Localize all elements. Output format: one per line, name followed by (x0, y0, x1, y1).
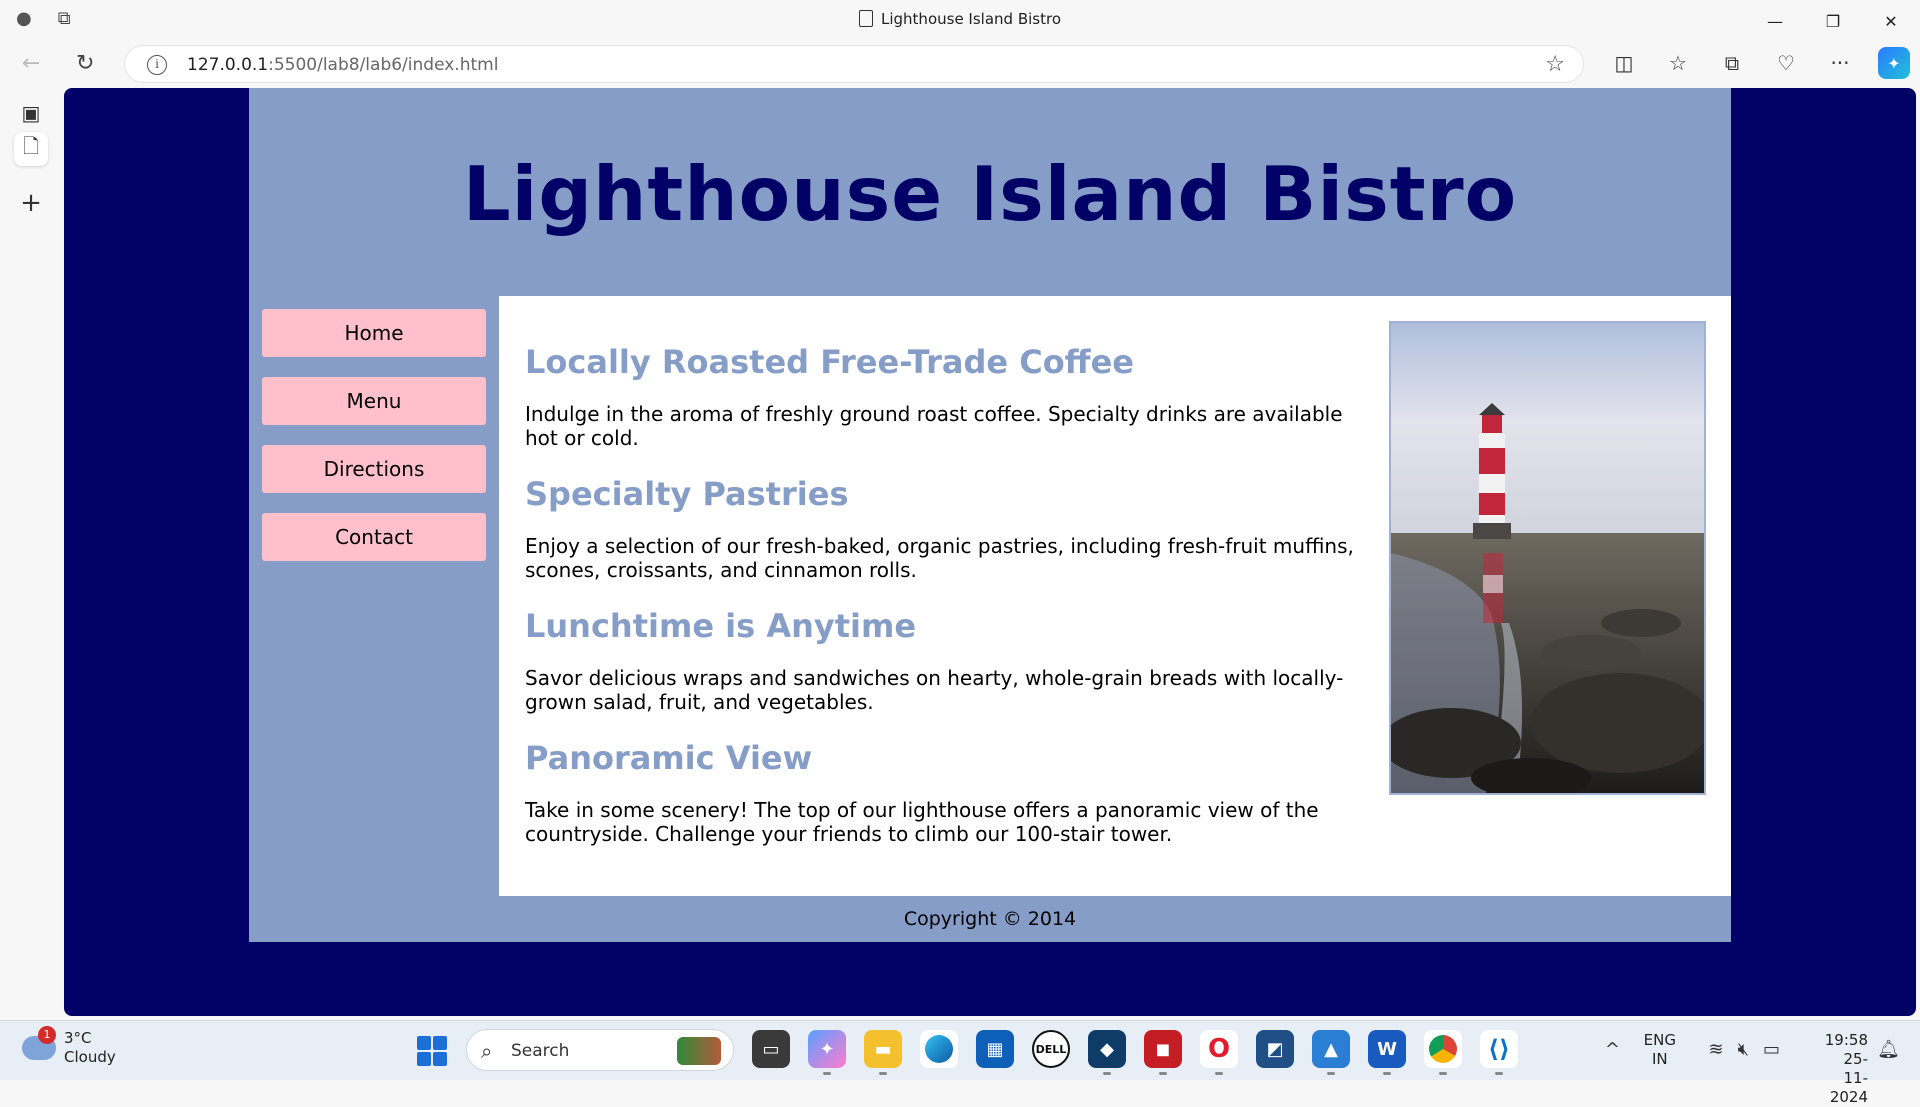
wifi-icon[interactable]: ≋ (1709, 1039, 1724, 1060)
search-highlight-icon (677, 1037, 721, 1065)
vertical-tabs-sidebar: ▣ 🗋 + (0, 86, 64, 1020)
edge-browser-icon[interactable] (920, 1030, 958, 1068)
site-title: Lighthouse Island Bistro (462, 150, 1518, 238)
url-text[interactable]: 127.0.0.1:5500/lab8/lab6/index.html (187, 55, 498, 75)
tab-actions-icon[interactable]: ▣ (14, 96, 48, 130)
file-explorer-icon[interactable]: ▬ (864, 1030, 902, 1075)
section-text: Indulge in the aroma of freshly ground r… (525, 402, 1343, 450)
site-info-icon[interactable]: i (147, 55, 167, 75)
split-screen-icon[interactable]: ◫ (1608, 47, 1640, 79)
start-button[interactable] (417, 1036, 447, 1066)
opera-icon[interactable]: O (1200, 1030, 1238, 1075)
taskbar-search[interactable]: ⌕ Search (466, 1029, 734, 1071)
collections-icon[interactable]: ⧉ (1716, 47, 1748, 79)
browser-title-bar: ● ⧉ Lighthouse Island Bistro — ❐ ✕ (0, 0, 1920, 42)
search-label: Search (511, 1041, 570, 1061)
favorites-icon[interactable]: ☆ (1662, 47, 1694, 79)
site-wrapper: Lighthouse Island Bistro Home Menu Direc… (249, 88, 1731, 942)
browser-essentials-icon[interactable]: ♡ (1770, 47, 1802, 79)
store-icon[interactable]: ▦ (976, 1030, 1014, 1068)
active-tab-icon[interactable]: 🗋 (14, 132, 48, 166)
section-text: Savor delicious wraps and sandwiches on … (525, 666, 1344, 714)
nav-directions[interactable]: Directions (262, 445, 486, 493)
window-title: Lighthouse Island Bistro (0, 10, 1920, 28)
content-sections: Locally Roasted Free-Trade Coffee Indulg… (525, 344, 1375, 872)
section-heading: Specialty Pastries (525, 475, 849, 513)
battery-icon[interactable]: ▭ (1763, 1039, 1780, 1060)
search-icon: ⌕ (481, 1039, 493, 1063)
url-field[interactable]: i 127.0.0.1:5500/lab8/lab6/index.html ☆ (124, 45, 1584, 83)
clock[interactable]: 19:58 25-11-2024 (1825, 1031, 1868, 1107)
back-icon[interactable]: ← (22, 51, 40, 76)
vscode-icon[interactable]: ⟨⟩ (1480, 1030, 1518, 1075)
document-icon (859, 10, 873, 27)
minimize-button[interactable]: — (1746, 0, 1804, 42)
weather-desc: Cloudy (64, 1048, 116, 1066)
chrome-icon[interactable] (1424, 1030, 1462, 1075)
word-icon[interactable]: W (1368, 1030, 1406, 1075)
page-viewport: Lighthouse Island Bistro Home Menu Direc… (64, 88, 1916, 1016)
refresh-icon[interactable]: ↻ (76, 51, 94, 76)
dell-icon[interactable]: DELL (1032, 1030, 1070, 1068)
nav-contact[interactable]: Contact (262, 513, 486, 561)
section-heading: Lunchtime is Anytime (525, 607, 917, 645)
section-heading: Locally Roasted Free-Trade Coffee (525, 343, 1134, 381)
task-view-icon[interactable]: ▭ (752, 1030, 790, 1068)
taskbar-apps: ▭ ✦ ▬ ▦ DELL ◆ ◼ O ◩ ▲ W ⟨⟩ (752, 1030, 1518, 1075)
more-menu-icon[interactable]: ··· (1824, 47, 1856, 79)
site-footer: Copyright © 2014 (903, 908, 1077, 930)
section-text: Take in some scenery! The top of our lig… (525, 798, 1319, 846)
close-button[interactable]: ✕ (1862, 0, 1920, 42)
address-bar-row: ← ↻ i 127.0.0.1:5500/lab8/lab6/index.htm… (0, 42, 1920, 86)
nav-home[interactable]: Home (262, 309, 486, 357)
site-nav: Home Menu Directions Contact (262, 309, 486, 581)
show-hidden-icons-chevron-icon[interactable]: ^ (1605, 1039, 1620, 1060)
volume-muted-icon[interactable]: 🔇︎ (1738, 1039, 1749, 1060)
network-tool-icon[interactable]: ◩ (1256, 1030, 1294, 1068)
packet-tracer-icon[interactable]: ◼ (1144, 1030, 1182, 1075)
photos-icon[interactable]: ▲ (1312, 1030, 1350, 1075)
site-header: Lighthouse Island Bistro (249, 88, 1731, 296)
section-heading: Panoramic View (525, 739, 813, 777)
main-content: Locally Roasted Free-Trade Coffee Indulg… (499, 296, 1731, 896)
language-indicator[interactable]: ENG IN (1644, 1031, 1676, 1069)
weather-temp: 3°C (64, 1029, 92, 1047)
clock-time: 19:58 (1824, 1031, 1868, 1049)
notification-bell-icon[interactable]: 🔔︎ (1877, 1039, 1900, 1060)
copilot-icon[interactable]: ✦ (1878, 47, 1910, 79)
weather-widget[interactable]: 1 3°C Cloudy (22, 1026, 116, 1067)
cloud-icon: 1 (22, 1026, 56, 1060)
nav-menu[interactable]: Menu (262, 377, 486, 425)
copilot-app-icon[interactable]: ✦ (808, 1030, 846, 1075)
favorite-star-icon[interactable]: ☆ (1545, 52, 1565, 77)
virtualbox-icon[interactable]: ◆ (1088, 1030, 1126, 1075)
new-tab-icon[interactable]: + (14, 186, 48, 220)
notification-badge: 1 (38, 1026, 56, 1044)
clock-date: 25-11-2024 (1829, 1050, 1868, 1106)
windows-taskbar: 1 3°C Cloudy ⌕ Search ▭ ✦ ▬ ▦ DELL ◆ ◼ O… (0, 1020, 1920, 1106)
section-text: Enjoy a selection of our fresh-baked, or… (525, 534, 1354, 582)
restore-button[interactable]: ❐ (1804, 0, 1862, 42)
lighthouse-photo (1389, 321, 1706, 795)
